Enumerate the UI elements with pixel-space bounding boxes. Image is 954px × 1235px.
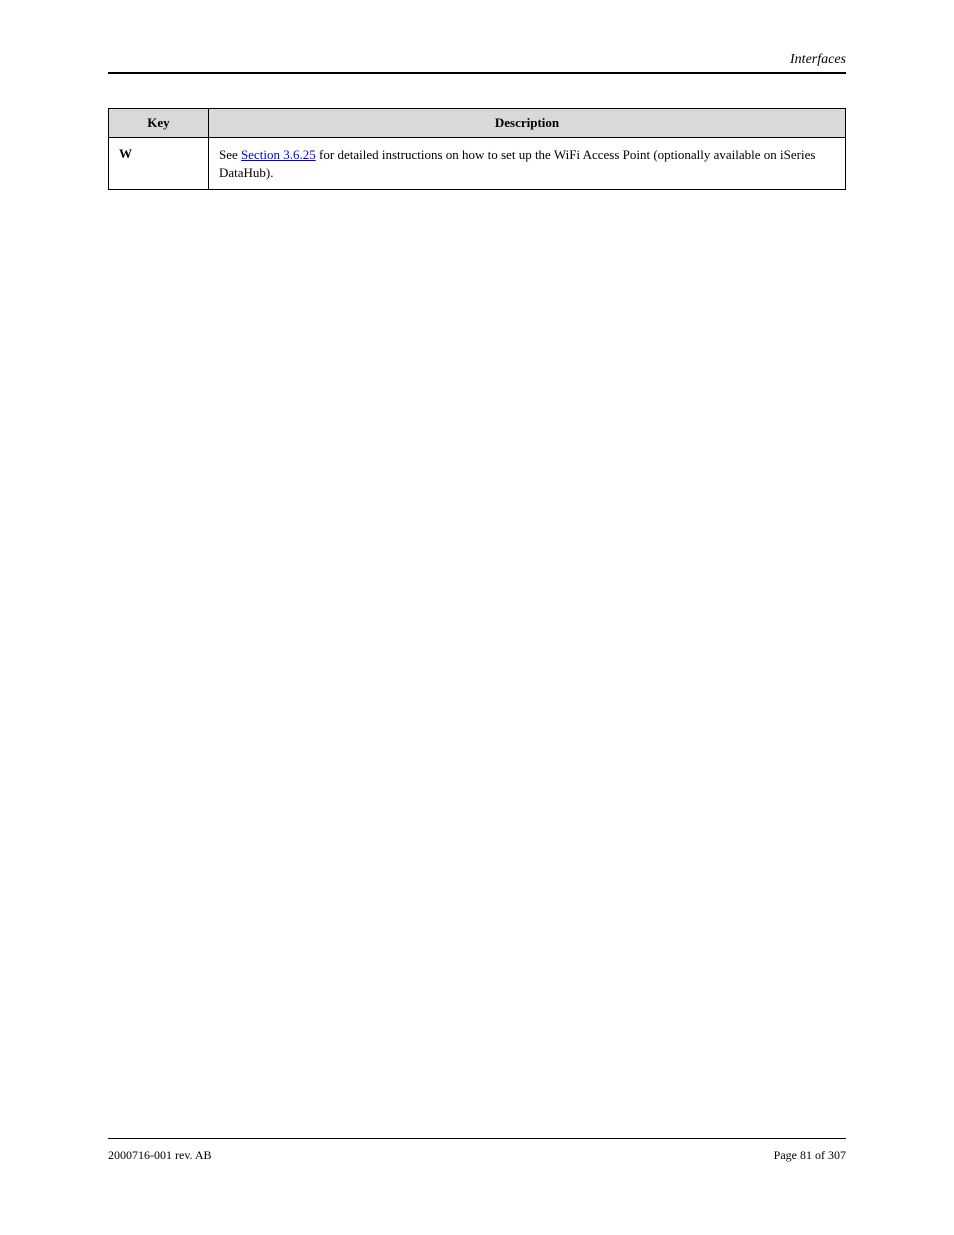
table-cell-key: W [109,138,209,190]
table-row: W See Section 3.6.25 for detailed instru… [109,138,846,190]
page-header-right: Interfaces [790,52,846,68]
footer-doc-rev: 2000716-001 rev. AB [108,1148,212,1163]
table-header-description: Description [209,109,846,138]
table-cell-description: See Section 3.6.25 for detailed instruct… [209,138,846,190]
desc-text-before: See [219,147,241,162]
table-header-key: Key [109,109,209,138]
section-link[interactable]: Section 3.6.25 [241,147,316,162]
footer-divider [108,1138,846,1139]
header-divider [108,72,846,74]
footer-page-number: Page 81 of 307 [774,1148,846,1163]
key-description-table: Key Description W See Section 3.6.25 for… [108,108,846,190]
table-header-row: Key Description [109,109,846,138]
